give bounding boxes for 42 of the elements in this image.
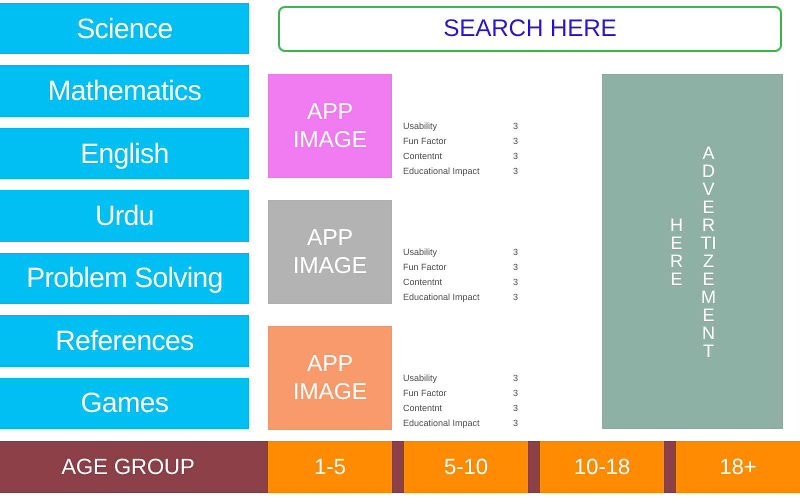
age-group-button[interactable]: 5-10 (404, 441, 528, 493)
rating-label: Contentnt (403, 402, 444, 412)
rating-value: 3 (513, 246, 518, 256)
rating-value: 3 (513, 388, 518, 398)
category-button[interactable]: Problem Solving (0, 252, 249, 304)
category-button[interactable]: Science (0, 3, 249, 54)
category-button[interactable]: Games (0, 378, 249, 429)
rating-label: Usability (403, 120, 438, 130)
app-image-placeholder[interactable]: APP IMAGE (268, 200, 392, 304)
rating-label: Usability (403, 372, 438, 382)
advertisement-text: HERE (669, 216, 684, 288)
rating-label: Educational Impact (403, 292, 481, 302)
app-image-placeholder[interactable]: APP IMAGE (268, 326, 392, 430)
rating-value: 3 (513, 120, 518, 130)
rating-value: 3 (513, 276, 518, 286)
app-image-placeholder[interactable]: APP IMAGE (268, 74, 392, 178)
age-group-button[interactable]: 10-18 (540, 441, 664, 493)
rating-value: 3 (513, 136, 518, 146)
rating-value: 3 (513, 372, 518, 382)
category-button[interactable]: References (0, 315, 249, 367)
age-group-button[interactable]: 18+ (676, 441, 800, 493)
rating-label: Fun Factor (403, 262, 448, 272)
rating-label: Usability (403, 246, 438, 256)
age-group-button[interactable]: 1-5 (268, 441, 392, 493)
age-group-label: AGE GROUP (60, 453, 196, 481)
rating-value: 3 (513, 402, 518, 412)
rating-label: Contentnt (403, 150, 444, 160)
rating-label: Fun Factor (403, 388, 448, 398)
rating-label: Contentnt (403, 276, 444, 286)
advertisement-text: ADVERTIZEMENT (700, 144, 718, 360)
search-field[interactable]: SEARCH HERE (278, 6, 782, 52)
rating-value: 3 (513, 262, 518, 272)
rating-label: Fun Factor (403, 136, 448, 146)
category-button[interactable]: English (0, 128, 249, 180)
rating-value: 3 (513, 166, 518, 176)
rating-label: Educational Impact (403, 418, 481, 428)
category-button[interactable]: Mathematics (0, 65, 249, 117)
rating-value: 3 (513, 292, 518, 302)
category-button[interactable]: Urdu (0, 190, 249, 242)
rating-value: 3 (513, 418, 518, 428)
rating-value: 3 (513, 150, 518, 160)
rating-label: Educational Impact (403, 166, 481, 176)
